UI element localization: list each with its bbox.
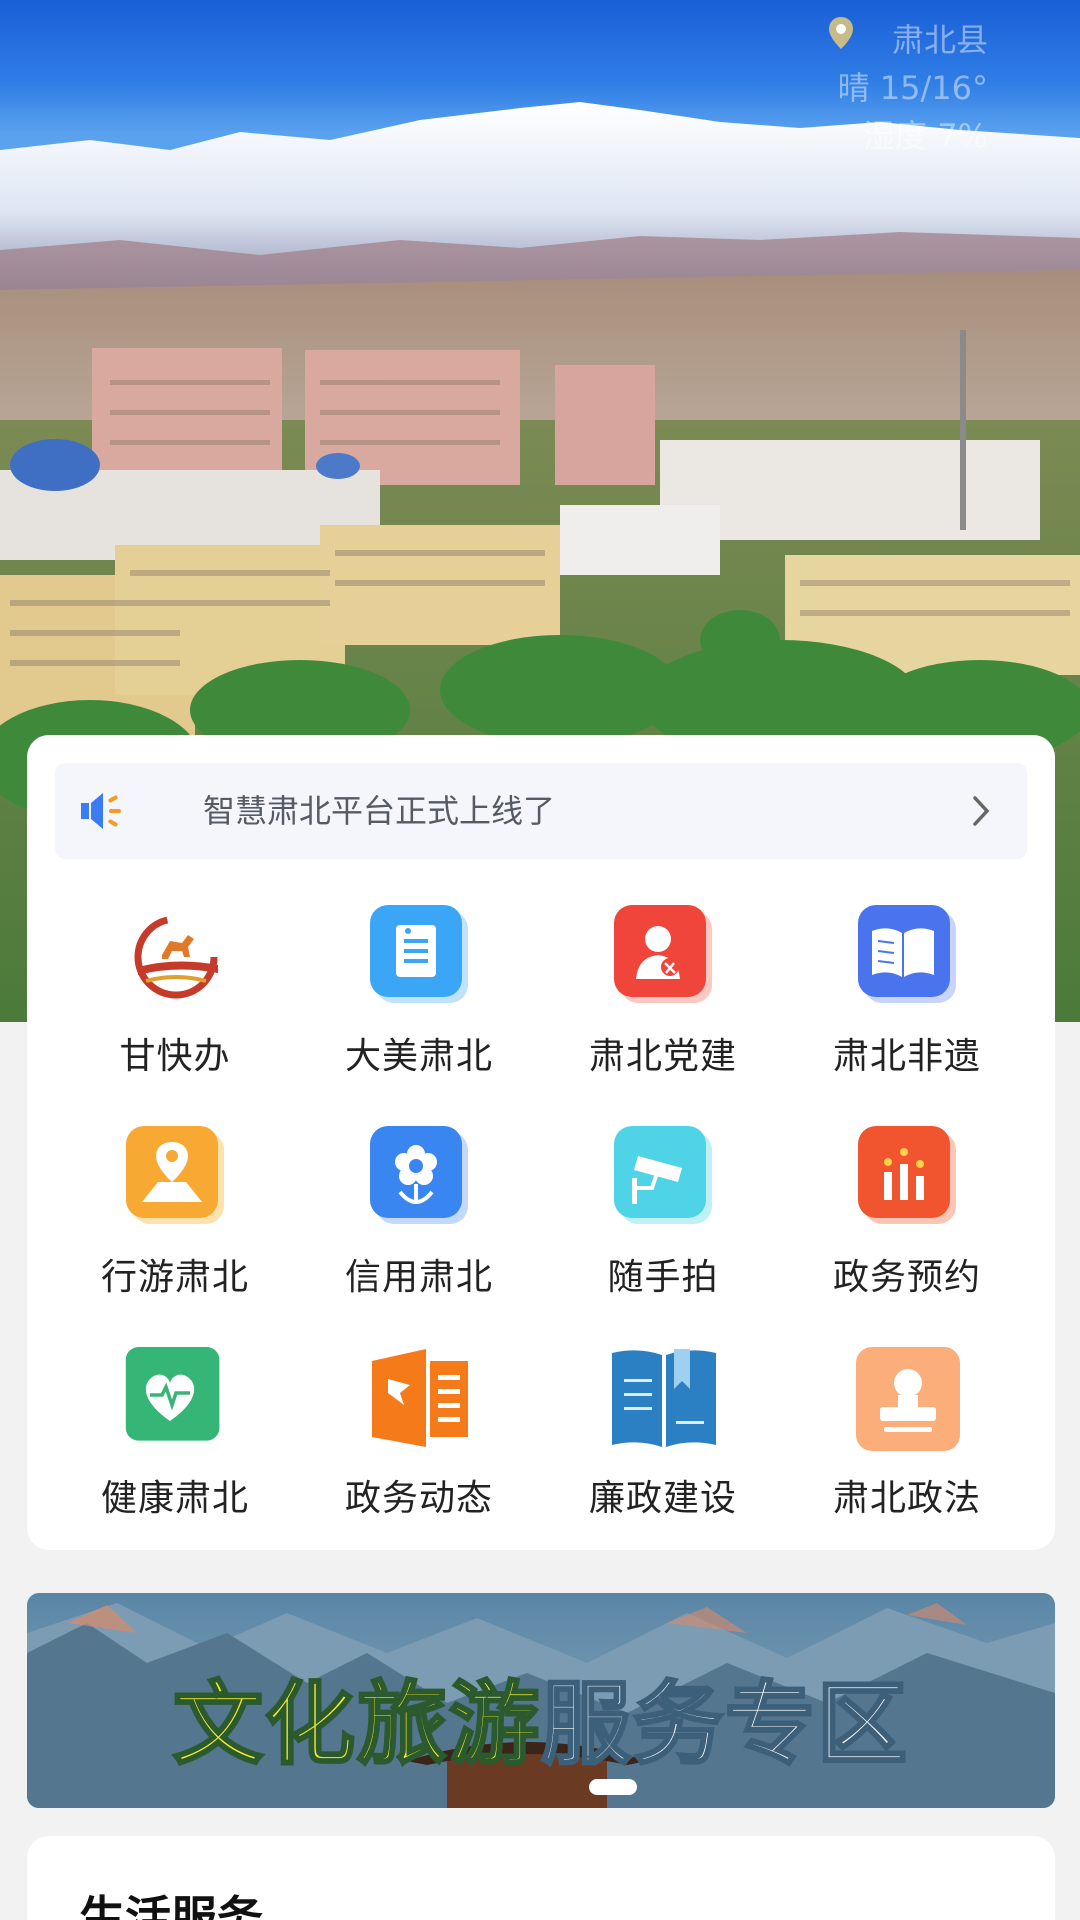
tile-label: 大美肃北 — [344, 1036, 493, 1077]
tile-label: 政务预约 — [832, 1257, 981, 1298]
life-service-section: 生活服务 — [27, 1836, 1055, 1920]
book-icon — [858, 905, 956, 1003]
service-party-building[interactable]: 肃北党建 — [541, 863, 785, 1084]
service-damei-subei[interactable]: 大美肃北 — [297, 863, 541, 1084]
tile-label: 行游肃北 — [100, 1257, 249, 1298]
service-snapshot[interactable]: 随手拍 — [541, 1084, 785, 1305]
tile-label: 肃北党建 — [588, 1036, 737, 1077]
location-weather[interactable]: 肃北县 晴 15/16° 湿度 7% — [828, 16, 988, 160]
weather-line: 晴 15/16° — [837, 69, 988, 107]
tile-label: 肃北非遗 — [832, 1036, 981, 1077]
tile-label: 信用肃北 — [344, 1257, 493, 1298]
chart-stars-icon — [858, 1126, 956, 1224]
service-credit[interactable]: 信用肃北 — [297, 1084, 541, 1305]
location-county: 肃北县 — [891, 21, 988, 59]
notice-text: 智慧肃北平台正式上线了 — [203, 792, 556, 830]
humidity-line: 湿度 7% — [863, 117, 988, 155]
service-card: 智慧肃北平台正式上线了 甘快办 大美肃北 肃北党建 肃北非遗 行游肃北 信用肃北… — [27, 735, 1055, 1550]
banner-title: 文化旅游服务专区 — [27, 1651, 1055, 1781]
service-grid: 甘快办 大美肃北 肃北党建 肃北非遗 行游肃北 信用肃北 随手拍 政务预约 健康… — [27, 863, 1055, 1526]
party-icon — [614, 905, 712, 1003]
document-icon — [370, 905, 468, 1003]
speaker-icon — [81, 793, 121, 829]
service-health[interactable]: 健康肃北 — [53, 1305, 297, 1526]
flag-news-icon — [372, 1349, 468, 1447]
stamp-icon — [856, 1347, 960, 1451]
tile-label: 健康肃北 — [100, 1478, 249, 1519]
service-integrity[interactable]: 廉政建设 — [541, 1305, 785, 1526]
service-travel[interactable]: 行游肃北 — [53, 1084, 297, 1305]
notice-bar[interactable]: 智慧肃北平台正式上线了 — [55, 763, 1027, 859]
tile-label: 随手拍 — [607, 1257, 719, 1298]
service-gankuaiban[interactable]: 甘快办 — [53, 863, 297, 1084]
heartbeat-icon — [125, 1347, 220, 1441]
service-politics-law[interactable]: 肃北政法 — [785, 1305, 1029, 1526]
banner-title-part1: 文化旅游 — [172, 1671, 541, 1779]
chevron-right-icon — [973, 796, 990, 826]
open-book-icon — [612, 1349, 716, 1447]
culture-tourism-banner[interactable]: 文化旅游服务专区 — [27, 1593, 1055, 1808]
service-intangible-heritage[interactable]: 肃北非遗 — [785, 863, 1029, 1084]
carousel-indicator[interactable] — [589, 1779, 637, 1795]
tile-label: 廉政建设 — [588, 1478, 737, 1519]
flower-icon — [370, 1126, 468, 1224]
tile-label: 肃北政法 — [832, 1478, 981, 1519]
map-pin-icon — [126, 1126, 224, 1224]
location-pin-icon — [829, 17, 853, 49]
tile-label: 政务动态 — [344, 1478, 493, 1519]
service-appointment[interactable]: 政务预约 — [785, 1084, 1029, 1305]
horse-logo-icon — [134, 915, 218, 999]
tile-label: 甘快办 — [119, 1036, 231, 1077]
banner-title-part2: 服务专区 — [540, 1671, 909, 1779]
service-gov-news[interactable]: 政务动态 — [297, 1305, 541, 1526]
section-title: 生活服务 — [79, 1891, 263, 1920]
camera-icon — [614, 1126, 712, 1224]
